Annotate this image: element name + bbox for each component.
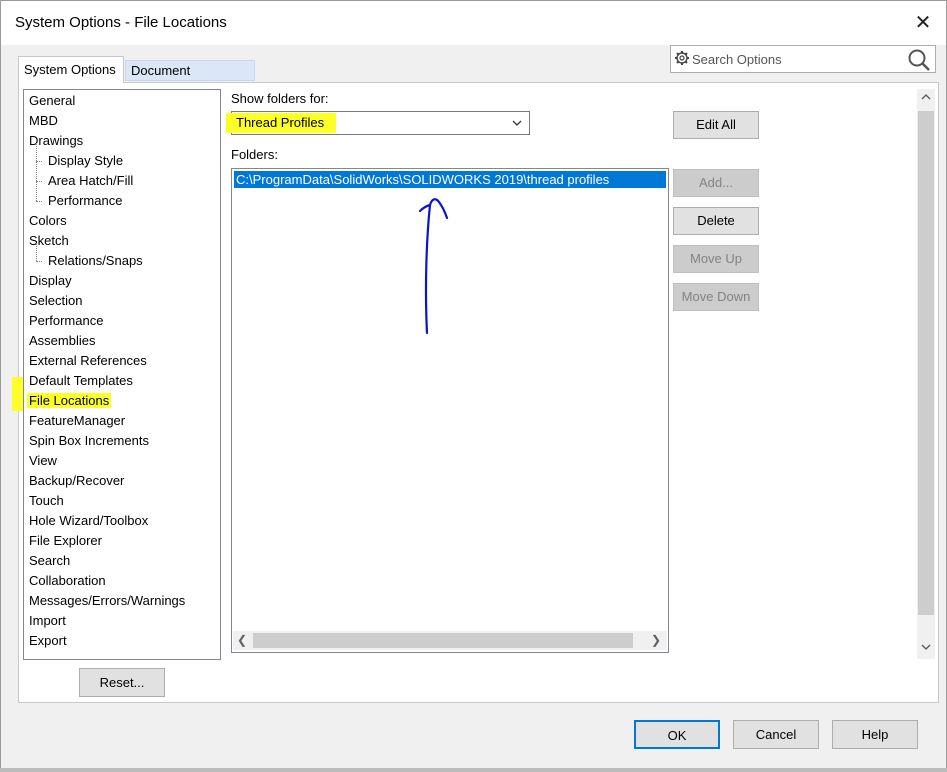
tree-item-label: Backup/Recover: [29, 473, 125, 488]
tree-item[interactable]: Performance: [48, 191, 122, 211]
tree-item-label: Drawings: [29, 133, 84, 148]
tree-item[interactable]: General: [29, 91, 75, 111]
vertical-scrollbar[interactable]: [917, 89, 935, 659]
search-icon[interactable]: [907, 48, 931, 72]
tree-item[interactable]: Hole Wizard/Toolbox: [29, 511, 148, 531]
tree-connector: [36, 161, 42, 162]
tree-item[interactable]: MBD: [29, 111, 58, 131]
tree-connector: [36, 181, 42, 182]
tree-item[interactable]: Export: [29, 631, 67, 651]
tree-item[interactable]: Display Style: [48, 151, 123, 171]
tree-item-label: Search: [29, 553, 71, 568]
tree-item[interactable]: Display: [29, 271, 72, 291]
tree-item-label: Spin Box Increments: [29, 433, 149, 448]
tree-item-label: Area Hatch/Fill: [48, 173, 134, 188]
tree-item[interactable]: Relations/Snaps: [48, 251, 143, 271]
title-bar: System Options - File Locations ✕: [1, 1, 946, 45]
tree-item-label: Assemblies: [29, 333, 96, 348]
tree-connector: [36, 143, 37, 201]
tree-item[interactable]: Selection: [29, 291, 82, 311]
tree-item-label: Performance: [48, 193, 123, 208]
tree-item[interactable]: Sketch: [29, 231, 69, 251]
tree-item[interactable]: Collaboration: [29, 571, 106, 591]
show-folders-select[interactable]: Thread Profiles: [226, 111, 530, 135]
tab-document-properties[interactable]: Document Properties: [125, 60, 255, 98]
tree-connector: [36, 261, 42, 262]
list-item[interactable]: C:\ProgramData\SolidWorks\SOLIDWORKS 201…: [234, 171, 666, 188]
tree-item[interactable]: View: [29, 451, 57, 471]
move-up-button[interactable]: Move Up: [673, 245, 759, 273]
tree-item-label: Display: [29, 273, 72, 288]
show-folders-label: Show folders for:: [231, 91, 329, 106]
tree-item[interactable]: Search: [29, 551, 70, 571]
tree-item-label: View: [29, 453, 57, 468]
tree-item-label: External References: [29, 353, 147, 368]
tree-item[interactable]: Import: [29, 611, 66, 631]
tree-item-label: Performance: [29, 313, 104, 328]
window-shadow: [0, 768, 947, 772]
search-box[interactable]: [670, 45, 936, 73]
cancel-button[interactable]: Cancel: [733, 720, 819, 749]
tree-item[interactable]: Backup/Recover: [29, 471, 124, 491]
scroll-thumb[interactable]: [253, 633, 633, 648]
window-title: System Options - File Locations: [15, 14, 227, 31]
folders-label: Folders:: [231, 147, 278, 162]
show-folders-value: Thread Profiles: [226, 113, 337, 133]
tree-item-label: Messages/Errors/Warnings: [29, 593, 186, 608]
tree-item[interactable]: Performance: [29, 311, 103, 331]
tree-item-label: MBD: [29, 113, 58, 128]
tree-item-label: Display Style: [48, 153, 124, 168]
tree-item-label: Selection: [29, 293, 83, 308]
chevron-down-icon: [512, 120, 522, 126]
search-input[interactable]: [692, 50, 897, 68]
tree-item-label: General: [29, 93, 76, 108]
tree-item-label: Collaboration: [29, 573, 106, 588]
edit-all-button[interactable]: Edit All: [673, 111, 759, 139]
tree-item[interactable]: Assemblies: [29, 331, 95, 351]
tree-item[interactable]: Area Hatch/Fill: [48, 171, 133, 191]
scroll-left-icon[interactable]: ❮: [237, 633, 247, 647]
tree-item-label: File Locations: [27, 393, 112, 408]
move-down-button[interactable]: Move Down: [673, 283, 759, 311]
tree-item-label: Default Templates: [29, 373, 133, 388]
tab-system-options[interactable]: System Options: [18, 56, 124, 83]
tree-item[interactable]: Default Templates: [29, 371, 133, 391]
tree-item-label: File Explorer: [29, 533, 102, 548]
tree-item-label: Sketch: [29, 233, 69, 248]
tree-connector: [36, 243, 37, 261]
tree-item-label: FeatureManager: [29, 413, 126, 428]
tree-item[interactable]: Colors: [29, 211, 67, 231]
tree-item[interactable]: File Explorer: [29, 531, 102, 551]
tree-item-label: Import: [29, 613, 66, 628]
delete-button[interactable]: Delete: [673, 207, 759, 235]
tree-item[interactable]: External References: [29, 351, 147, 371]
add-button[interactable]: Add...: [673, 169, 759, 197]
scroll-thumb[interactable]: [918, 111, 934, 615]
tree-item-label: Hole Wizard/Toolbox: [29, 513, 149, 528]
tree-item-label: Relations/Snaps: [48, 253, 143, 268]
tree-item-label: Colors: [29, 213, 67, 228]
annotation-arrow: [418, 198, 449, 335]
gear-icon: [675, 51, 689, 65]
tree-item[interactable]: Messages/Errors/Warnings: [29, 591, 185, 611]
tree-item[interactable]: FeatureManager: [29, 411, 125, 431]
tree-item-label: Touch: [29, 493, 64, 508]
reset-button[interactable]: Reset...: [79, 668, 165, 697]
help-button[interactable]: Help: [832, 720, 918, 749]
ok-button[interactable]: OK: [634, 720, 720, 749]
tree-item-label: Export: [29, 633, 67, 648]
tree-item[interactable]: Spin Box Increments: [29, 431, 149, 451]
tree-connector: [36, 201, 42, 202]
scroll-down-icon[interactable]: [920, 641, 932, 653]
scroll-right-icon[interactable]: ❯: [651, 633, 661, 647]
tree-item[interactable]: Drawings: [29, 131, 83, 151]
scroll-up-icon[interactable]: [920, 91, 932, 103]
tree-item[interactable]: File Locations: [27, 391, 112, 411]
horizontal-scrollbar[interactable]: ❮ ❯: [233, 631, 667, 650]
close-icon[interactable]: ✕: [907, 9, 939, 37]
tree-item[interactable]: Touch: [29, 491, 64, 511]
options-tree[interactable]: General MBD Drawings Display Style Area Hatc…: [23, 89, 221, 660]
